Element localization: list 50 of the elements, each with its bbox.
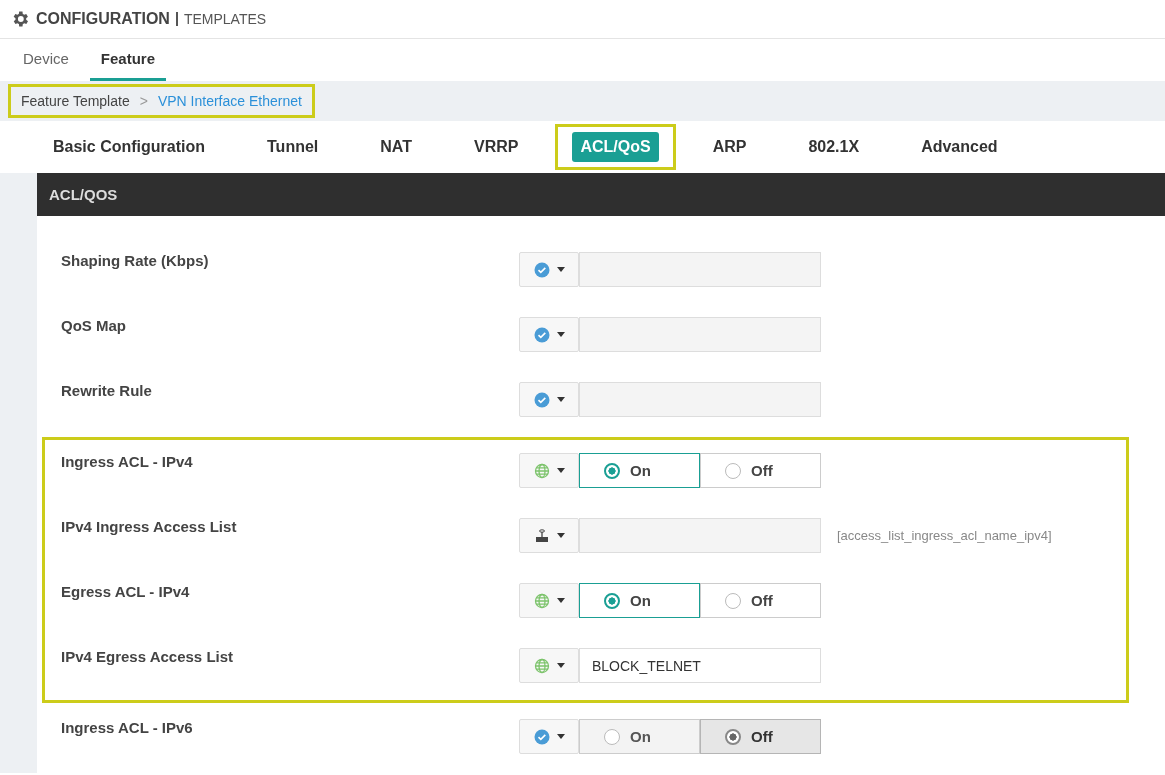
field-label: IPv4 Ingress Access List: [60, 518, 238, 535]
check-circle-icon: [533, 728, 550, 745]
radio-option[interactable]: Off: [700, 453, 821, 488]
radio-option[interactable]: On: [579, 719, 700, 754]
top-tab[interactable]: Device: [12, 39, 80, 81]
section-tab[interactable]: 802.1X: [800, 132, 868, 162]
section-tab[interactable]: NAT: [372, 132, 420, 162]
caret-icon: [556, 397, 565, 402]
caret-icon: [556, 332, 565, 337]
caret-icon: [556, 734, 565, 739]
caret-icon: [556, 267, 565, 272]
input-field[interactable]: [579, 317, 821, 352]
caret-icon: [556, 663, 565, 668]
field-label: IPv4 Egress Access List: [60, 648, 235, 665]
check-circle-icon: [533, 391, 550, 408]
section-tab[interactable]: Advanced: [913, 132, 1006, 162]
field-label: Ingress ACL - IPv4: [60, 453, 194, 470]
globe-icon: [533, 592, 550, 609]
caret-icon: [556, 468, 565, 473]
variable-name: [access_list_ingress_acl_name_ipv4]: [837, 528, 1052, 543]
field-label: Rewrite Rule: [60, 382, 153, 399]
input-field[interactable]: BLOCK_TELNET: [579, 648, 821, 683]
page-title: CONFIGURATION: [36, 10, 170, 28]
caret-icon: [556, 533, 565, 538]
section-tab[interactable]: Tunnel: [259, 132, 327, 162]
input-field[interactable]: [579, 252, 821, 287]
breadcrumb-item: Feature Template: [21, 93, 130, 109]
panel-header: ACL/QOS: [37, 173, 1165, 216]
router-icon: [533, 527, 550, 544]
field-label: Shaping Rate (Kbps): [60, 252, 210, 269]
check-circle-icon: [533, 261, 550, 278]
field-label: QoS Map: [60, 317, 127, 334]
radio-option[interactable]: On: [579, 583, 700, 618]
radio-option[interactable]: Off: [700, 719, 821, 754]
caret-icon: [556, 598, 565, 603]
globe-icon: [533, 657, 550, 674]
radio-option[interactable]: On: [579, 453, 700, 488]
check-circle-icon: [533, 326, 550, 343]
section-tab[interactable]: ARP: [704, 132, 755, 162]
input-field[interactable]: [579, 382, 821, 417]
section-tab[interactable]: VRRP: [465, 132, 527, 162]
breadcrumb-separator: >: [139, 93, 148, 109]
radio-option[interactable]: Off: [700, 583, 821, 618]
page-subtitle: TEMPLATES: [175, 12, 267, 26]
section-tab[interactable]: Basic Configuration: [45, 132, 213, 162]
field-label: Egress ACL - IPv4: [60, 583, 191, 600]
globe-icon: [533, 462, 550, 479]
scope-dropdown[interactable]: [519, 518, 579, 553]
input-field[interactable]: [579, 518, 821, 553]
field-label: Ingress ACL - IPv6: [60, 719, 194, 736]
